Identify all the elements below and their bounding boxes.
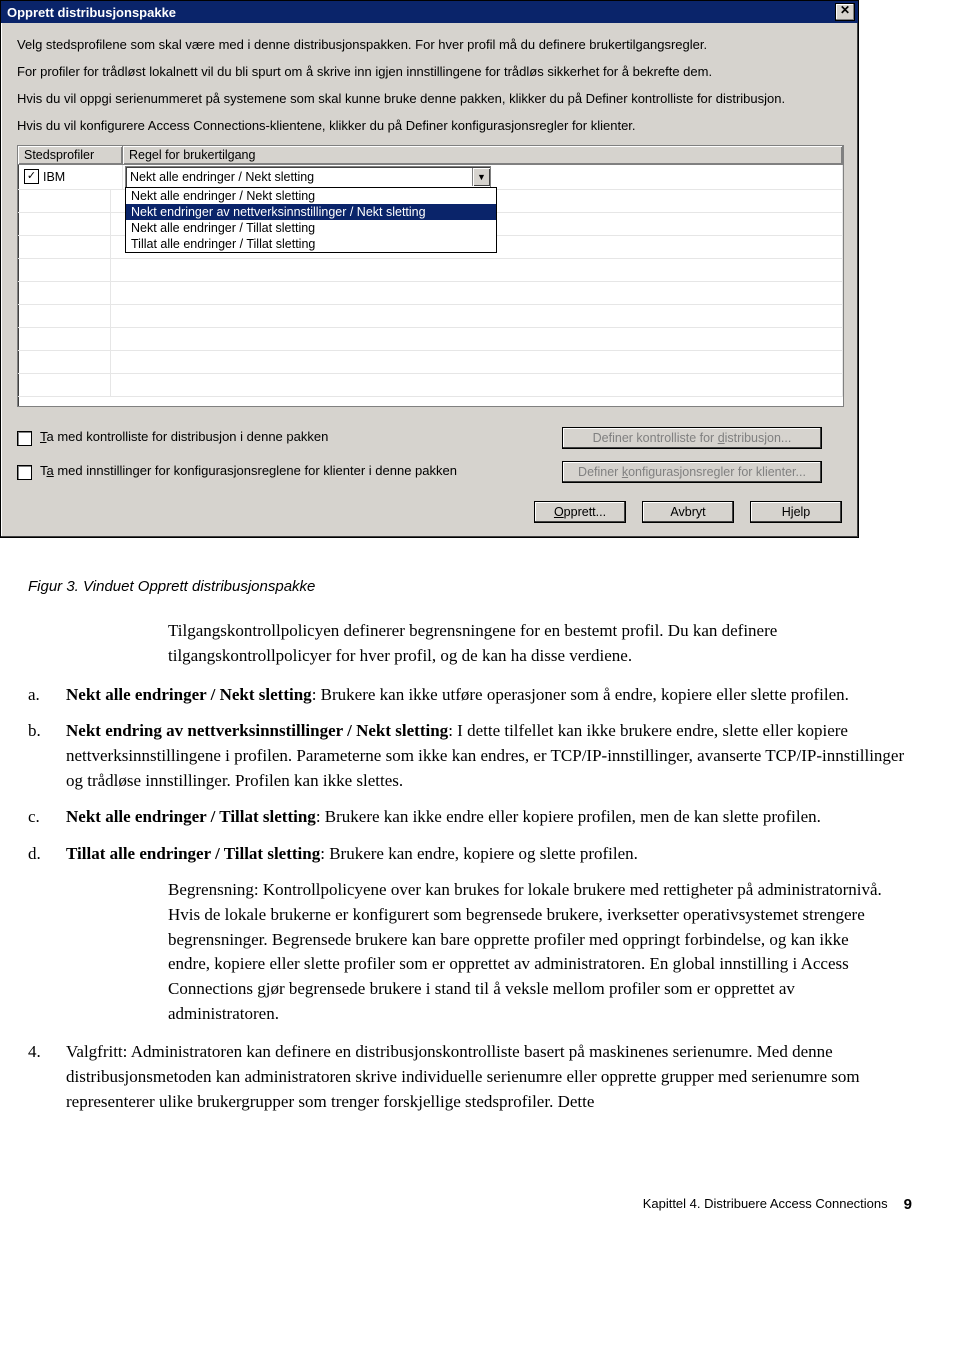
item-a-body: Nekt alle endringer / Nekt sletting: Bru… xyxy=(66,683,912,708)
checkbox-row-1: TTa med kontrolliste for distribusjon i … xyxy=(17,429,542,446)
column-regel[interactable]: Regel for brukertilgang xyxy=(123,146,843,164)
chevron-down-icon[interactable]: ▼ xyxy=(472,168,490,186)
item-4-body: Valgfritt: Administratoren kan definere … xyxy=(66,1040,912,1114)
intro-line-1: Velg stedsprofilene som skal være med i … xyxy=(17,37,842,54)
window-title: Opprett distribusjonspakke xyxy=(7,5,835,20)
document-content: Figur 3. Vinduet Opprett distribusjonspa… xyxy=(0,538,960,1167)
column-stedsprofiler[interactable]: Stedsprofiler xyxy=(18,146,123,164)
grid-header: Stedsprofiler Regel for brukertilgang xyxy=(18,146,843,165)
intro-line-4: Hvis du vil konfigurere Access Connectio… xyxy=(17,118,842,135)
combobox-option[interactable]: Nekt alle endringer / Nekt sletting xyxy=(126,188,496,204)
list-item-b: b. Nekt endring av nettverksinnstillinge… xyxy=(28,719,912,793)
define-configrules-button[interactable]: Definer konfigurasjonsregler for kliente… xyxy=(562,461,822,483)
dialog-button-row: Opprett...Opprett... Avbryt HjelpHjelp xyxy=(17,501,842,523)
include-configrules-label: Ta med innstillinger for konfigurasjonsr… xyxy=(40,463,457,478)
item-c-bold: Nekt alle endringer / Tillat sletting xyxy=(66,807,316,826)
rule-combobox[interactable]: Nekt alle endringer / Nekt sletting ▼ Ne… xyxy=(125,166,491,188)
rule-cell: Nekt alle endringer / Nekt sletting ▼ Ne… xyxy=(123,165,843,190)
marker-a: a. xyxy=(28,683,52,708)
combobox-dropdown: Nekt alle endringer / Nekt sletting Nekt… xyxy=(125,187,497,253)
intro-text-block: Velg stedsprofilene som skal være med i … xyxy=(17,37,842,135)
titlebar: Opprett distribusjonspakke ✕ xyxy=(1,1,858,23)
marker-b: b. xyxy=(28,719,52,793)
profile-cell[interactable]: ✓ IBM xyxy=(18,165,123,190)
list-item-4: 4. Valgfritt: Administratoren kan define… xyxy=(28,1040,912,1114)
item-a-rest: : Brukere kan ikke utføre operasjoner so… xyxy=(312,685,849,704)
dialog-window: Opprett distribusjonspakke ✕ Velg stedsp… xyxy=(0,0,859,538)
item-d-rest: : Brukere kan endre, kopiere og slette p… xyxy=(320,844,638,863)
include-controllist-label: TTa med kontrolliste for distribusjon i … xyxy=(40,429,328,444)
define-controllist-button[interactable]: Definer kontrolliste for distribusjon...… xyxy=(562,427,822,449)
dialog-body: Velg stedsprofilene som skal være med i … xyxy=(1,23,858,537)
footer-page-number: 9 xyxy=(904,1196,912,1213)
item-b-bold: Nekt endring av nettverksinnstillinger /… xyxy=(66,721,448,740)
profile-name: IBM xyxy=(43,170,65,184)
item-c-rest: : Brukere kan ikke endre eller kopiere p… xyxy=(316,807,821,826)
combobox-option[interactable]: Tillat alle endringer / Tillat sletting xyxy=(126,236,496,252)
lower-controls: TTa med kontrolliste for distribusjon i … xyxy=(17,427,842,483)
profiles-grid: Stedsprofiler Regel for brukertilgang ✓ … xyxy=(17,145,844,407)
figure-caption: Figur 3. Vinduet Opprett distribusjonspa… xyxy=(28,576,912,598)
caption-text: Vinduet Opprett distribusjonspakke xyxy=(83,578,315,595)
lead-paragraph: Tilgangskontrollpolicyen definerer begre… xyxy=(168,619,882,668)
include-controllist-checkbox[interactable] xyxy=(17,431,32,446)
page-footer: Kapittel 4. Distribuere Access Connectio… xyxy=(0,1196,912,1213)
combobox-option-selected[interactable]: Nekt endringer av nettverksinnstillinger… xyxy=(126,204,496,220)
checkbox-row-2: Ta med innstillinger for konfigurasjonsr… xyxy=(17,463,542,480)
footer-chapter: Kapittel 4. Distribuere Access Connectio… xyxy=(0,1196,888,1213)
include-configrules-checkbox[interactable] xyxy=(17,465,32,480)
item-c-body: Nekt alle endringer / Tillat sletting: B… xyxy=(66,805,912,830)
list-item-a: a. Nekt alle endringer / Nekt sletting: … xyxy=(28,683,912,708)
item-b-body: Nekt endring av nettverksinnstillinger /… xyxy=(66,719,912,793)
marker-c: c. xyxy=(28,805,52,830)
marker-4: 4. xyxy=(28,1040,52,1114)
item-a-bold: Nekt alle endringer / Nekt sletting xyxy=(66,685,312,704)
list-item-d: d. Tillat alle endringer / Tillat sletti… xyxy=(28,842,912,867)
marker-d: d. xyxy=(28,842,52,867)
list-item-c: c. Nekt alle endringer / Tillat sletting… xyxy=(28,805,912,830)
combobox-option[interactable]: Nekt alle endringer / Tillat sletting xyxy=(126,220,496,236)
grid-row[interactable]: ✓ IBM Nekt alle endringer / Nekt slettin… xyxy=(18,165,843,190)
item-d-bold: Tillat alle endringer / Tillat sletting xyxy=(66,844,320,863)
combobox-selected-text: Nekt alle endringer / Nekt sletting xyxy=(130,170,472,184)
create-button[interactable]: Opprett...Opprett... xyxy=(534,501,626,523)
profile-checkbox-icon[interactable]: ✓ xyxy=(24,169,39,184)
close-icon[interactable]: ✕ xyxy=(835,3,855,21)
restriction-paragraph: Begrensning: Kontrollpolicyene over kan … xyxy=(168,878,882,1026)
item-d-body: Tillat alle endringer / Tillat sletting:… xyxy=(66,842,912,867)
help-button[interactable]: HjelpHjelp xyxy=(750,501,842,523)
intro-line-2: For profiler for trådløst lokalnett vil … xyxy=(17,64,842,81)
caption-prefix: Figur 3. xyxy=(28,578,79,595)
intro-line-3: Hvis du vil oppgi serienummeret på syste… xyxy=(17,91,842,108)
cancel-button[interactable]: Avbryt xyxy=(642,501,734,523)
